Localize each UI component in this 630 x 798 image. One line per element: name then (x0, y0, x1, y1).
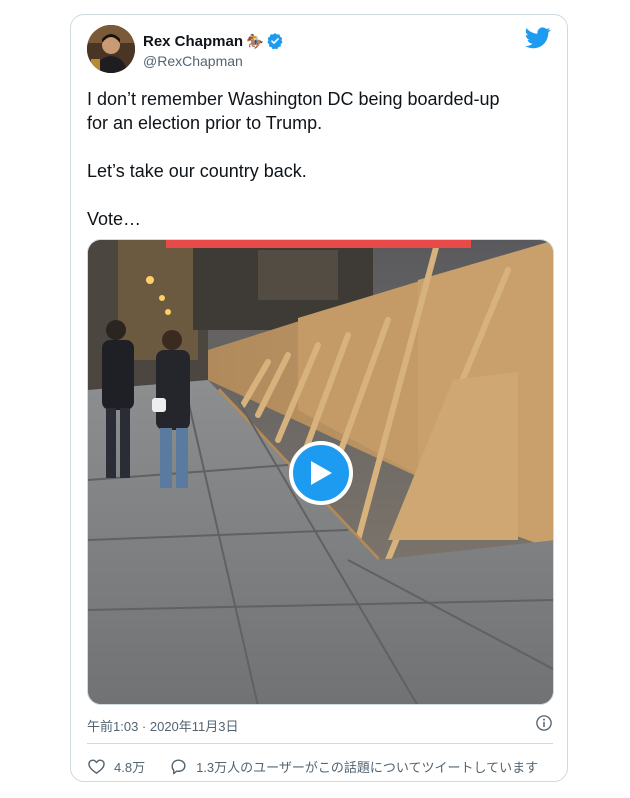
avatar[interactable] (87, 25, 135, 73)
like-button[interactable]: 4.8万 (87, 757, 145, 776)
verified-badge-icon (267, 33, 283, 50)
twitter-bird-icon[interactable] (525, 27, 551, 49)
reply-icon (171, 758, 186, 774)
tweet-card[interactable]: Rex Chapman 🏇 @RexChapman I don’t rememb… (70, 14, 568, 782)
author-emoji: 🏇 (246, 32, 264, 49)
tweet-text: I don’t remember Washington DC being boa… (87, 89, 500, 229)
heart-icon (88, 758, 105, 774)
tweet-video[interactable] (87, 239, 554, 705)
reply-count-text: 1.3万人のユーザーがこの話題についてツイートしています (196, 759, 539, 775)
author-name-row[interactable]: Rex Chapman 🏇 (143, 32, 284, 50)
tweet-actions: 4.8万 1.3万人のユーザーがこの話題についてツイートしています (87, 755, 538, 777)
divider (87, 743, 553, 744)
tweet-timestamp[interactable]: 午前1:03 · 2020年11月3日 (87, 716, 239, 735)
reply-button[interactable]: 1.3万人のユーザーがこの話題についてツイートしています (169, 757, 538, 776)
play-icon (311, 461, 332, 485)
author-handle[interactable]: @RexChapman (143, 53, 243, 69)
info-icon[interactable] (535, 714, 553, 732)
timestamp-row: 午前1:03 · 2020年11月3日 (87, 714, 553, 734)
play-button[interactable] (289, 441, 353, 505)
author-name[interactable]: Rex Chapman (143, 33, 243, 50)
like-count: 4.8万 (114, 759, 146, 775)
